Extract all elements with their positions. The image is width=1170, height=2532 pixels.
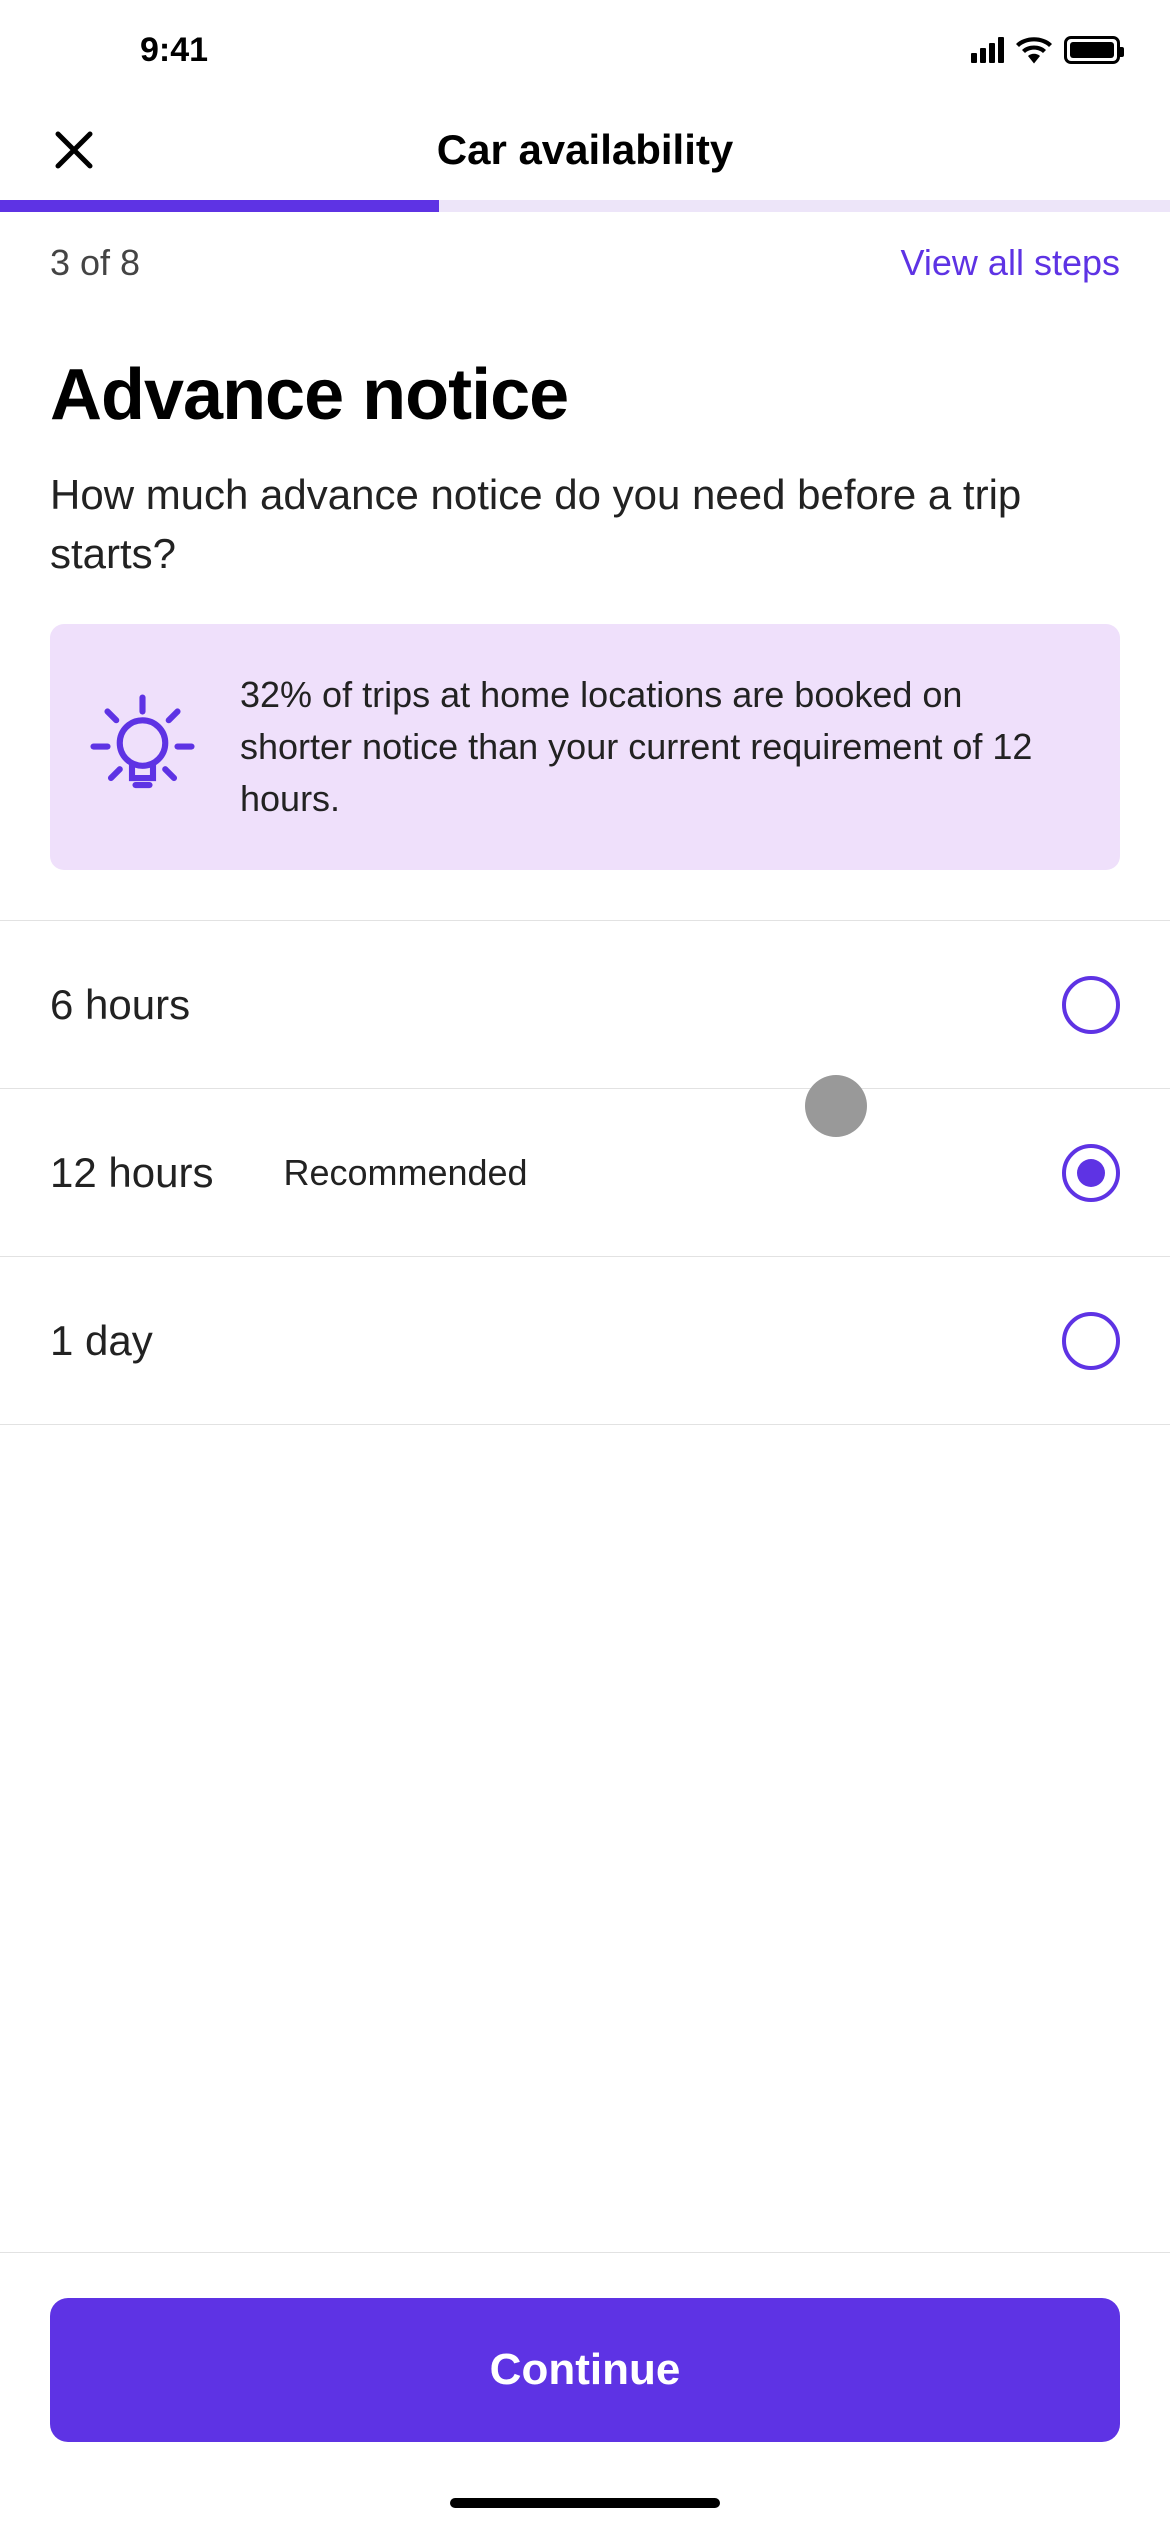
home-indicator[interactable]	[450, 2498, 720, 2508]
option-label: 6 hours	[50, 981, 190, 1029]
lightbulb-icon	[90, 694, 195, 799]
page-title: Car availability	[50, 126, 1120, 174]
recommended-badge: Recommended	[283, 1152, 527, 1194]
status-bar: 9:41	[0, 0, 1170, 100]
radio-icon	[1062, 976, 1120, 1034]
options-list: 6 hours 12 hours Recommended 1 day	[0, 920, 1170, 1425]
info-text: 32% of trips at home locations are booke…	[240, 669, 1080, 826]
option-6-hours[interactable]: 6 hours	[0, 921, 1170, 1089]
cellular-signal-icon	[971, 37, 1004, 63]
continue-button[interactable]: Continue	[50, 2298, 1120, 2442]
main-heading: Advance notice	[0, 324, 1170, 466]
radio-icon	[1062, 1144, 1120, 1202]
progress-bar	[0, 200, 1170, 212]
status-time: 9:41	[140, 31, 208, 70]
radio-icon	[1062, 1312, 1120, 1370]
footer: Continue	[0, 2252, 1170, 2532]
header: Car availability	[0, 100, 1170, 200]
status-icons	[971, 36, 1120, 64]
option-12-hours[interactable]: 12 hours Recommended	[0, 1089, 1170, 1257]
battery-icon	[1064, 36, 1120, 64]
subtitle: How much advance notice do you need befo…	[0, 466, 1170, 624]
progress-fill	[0, 200, 439, 212]
touch-indicator-icon	[805, 1075, 867, 1137]
wifi-icon	[1016, 36, 1052, 64]
option-label: 1 day	[50, 1317, 153, 1365]
option-label: 12 hours	[50, 1149, 213, 1197]
view-all-steps-link[interactable]: View all steps	[901, 242, 1120, 284]
close-icon[interactable]	[50, 126, 98, 174]
step-row: 3 of 8 View all steps	[0, 212, 1170, 324]
option-1-day[interactable]: 1 day	[0, 1257, 1170, 1425]
step-counter: 3 of 8	[50, 242, 140, 284]
info-callout: 32% of trips at home locations are booke…	[50, 624, 1120, 871]
